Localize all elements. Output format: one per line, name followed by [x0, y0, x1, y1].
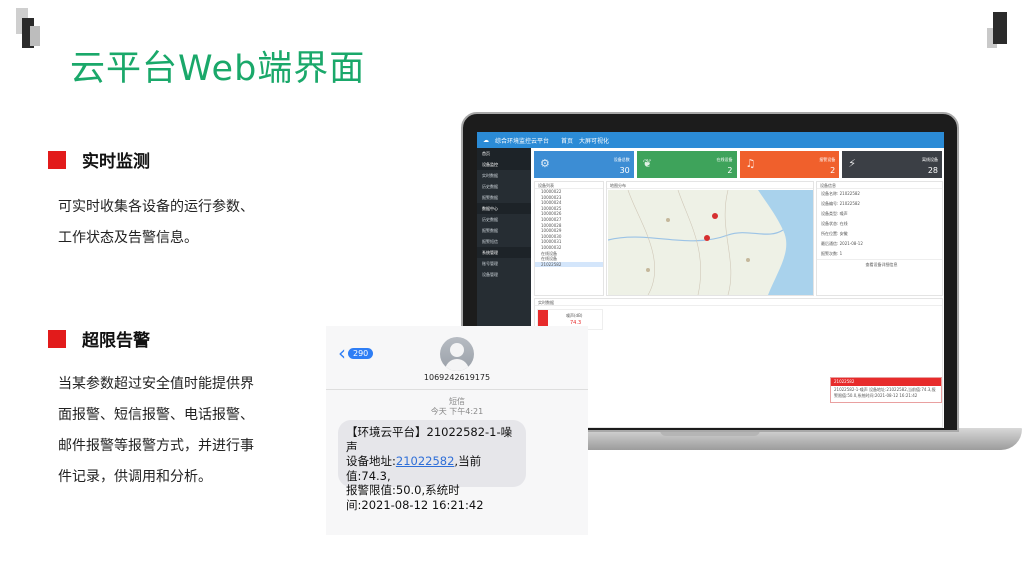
panel-title: 地图分布 [607, 182, 813, 189]
device-list-panel: 设备列表 10000022 10000023 10000024 10000025… [534, 181, 604, 296]
red-square-marker [48, 329, 66, 348]
noise-label: 噪声(dB) [566, 313, 583, 318]
plug-icon: ⚡ [848, 157, 856, 170]
sidebar-item[interactable]: 设备监控 [477, 159, 531, 170]
stat-value: 30 [619, 166, 630, 175]
gear-icon: ⚙ [540, 157, 550, 170]
map-panel: 地图分布 [606, 181, 814, 296]
stat-value: 2 [830, 166, 836, 175]
stat-card-offline[interactable]: ⚡ 离线设备 28 [842, 151, 942, 178]
paragraph-line: 邮件报警等报警方式，并进行事 [58, 438, 254, 454]
message-line: 间:2021-08-12 16:21:42 [346, 497, 484, 512]
stat-value: 28 [927, 166, 938, 175]
map-marker-icon[interactable] [712, 213, 718, 219]
stat-label: 在线设备 [716, 157, 733, 162]
unread-count-badge: 290 [348, 347, 374, 359]
map-marker-icon[interactable] [704, 235, 710, 241]
alert-title: 21022582 [831, 378, 941, 386]
stat-card-alarm[interactable]: ♫ 报警设备 2 [739, 151, 840, 178]
back-button[interactable]: ‹ 290 [338, 341, 374, 365]
stat-label: 离线设备 [922, 157, 938, 162]
info-row: 设备类型: 噪声 [821, 211, 848, 216]
section-heading-text: 超限告警 [82, 331, 150, 351]
message-time: 今天 下午4:21 [430, 407, 484, 416]
nav-home[interactable]: 首页 [561, 136, 573, 145]
sidebar-item[interactable]: 设备管理 [477, 269, 531, 280]
sidebar-item[interactable]: 报警数据 [477, 225, 531, 236]
paragraph-line: 工作状态及告警信息。 [58, 230, 198, 246]
sidebar-item[interactable]: 数据中心 [477, 203, 531, 214]
stat-card-online[interactable]: ❦ 在线设备 2 [636, 151, 737, 178]
stat-label: 设备总数 [613, 157, 630, 162]
contact-avatar[interactable] [440, 337, 474, 371]
section-heading-monitoring: 实时监测 [48, 147, 150, 172]
corner-decoration-left [12, 8, 44, 50]
sms-screenshot: ‹ 290 1069242619175 短信 今天 下午4:21 【环境云平台】… [326, 326, 588, 535]
realtime-panel: 实时数据 噪声(dB) 74.3 [534, 298, 943, 428]
dashboard-brand: 综合环境监控云平台 [495, 137, 550, 145]
divider [326, 389, 588, 390]
nav-big-screen[interactable]: 大屏可视化 [579, 136, 609, 145]
section-paragraph-alarm: 当某参数超过安全值时能提供界 面报警、短信报警、电话报警、 邮件报警等报警方式，… [58, 369, 254, 493]
stat-value: 2 [727, 166, 733, 175]
info-row: 设备编号: 21022582 [821, 201, 860, 206]
panel-title: 设备列表 [535, 182, 603, 189]
stat-card-total[interactable]: ⚙ 设备总数 30 [534, 151, 634, 178]
chevron-left-icon: ‹ [338, 341, 346, 365]
sidebar-item[interactable]: 报警数据 [477, 192, 531, 203]
sidebar-item[interactable]: 历史数据 [477, 214, 531, 225]
map-area[interactable] [608, 190, 813, 295]
panel-title: 设备信息 [817, 182, 942, 189]
info-row: 最后通信: 2021-08-12 [821, 241, 863, 246]
info-row: 设备状态: 在线 [821, 221, 848, 226]
stat-cards: ⚙ 设备总数 30 ❦ 在线设备 2 ♫ 报警设备 2 ⚡ 离线设备 28 [534, 151, 942, 178]
info-row: 所在位置: 安徽 [821, 231, 848, 236]
sender-number[interactable]: 1069242619175 [326, 373, 588, 382]
paragraph-line: 可实时收集各设备的运行参数、 [58, 199, 254, 215]
info-detail-button[interactable]: 查看设备详细信息 [817, 259, 942, 269]
leaf-icon: ❦ [642, 157, 652, 170]
message-line: 报警限值:50.0,系统时 [346, 483, 460, 497]
corner-decoration-right [983, 12, 1015, 54]
info-row: 报警次数: 1 [821, 251, 843, 256]
sidebar-item[interactable]: 账号管理 [477, 258, 531, 269]
dashboard-topbar: ☁ 综合环境监控云平台 首页 大屏可视化 [477, 132, 944, 148]
alert-text: 21022582-1-噪声 设备地址:21022582,当前值:74.3,报警限… [834, 387, 936, 398]
device-info-panel: 设备信息 设备名称: 21022582 设备编号: 21022582 设备类型:… [816, 181, 943, 296]
sidebar-item[interactable]: 报警短信 [477, 236, 531, 247]
page-title: 云平台Web端界面 [70, 49, 366, 89]
device-link[interactable]: 21022582 [396, 454, 455, 468]
device-item[interactable]: 21022582 [535, 261, 603, 268]
bell-icon: ♫ [745, 157, 756, 170]
stat-label: 报警设备 [819, 157, 836, 162]
sidebar-item[interactable]: 首页 [477, 148, 531, 159]
map-graphic [608, 190, 813, 295]
sidebar-item[interactable]: 系统管理 [477, 247, 531, 258]
info-row: 设备名称: 21022582 [821, 191, 860, 196]
paragraph-line: 面报警、短信报警、电话报警、 [58, 407, 254, 423]
message-line: 【环境云平台】21022582-1-噪声 [346, 425, 513, 454]
section-heading-alarm: 超限告警 [48, 326, 150, 351]
paragraph-line: 当某参数超过安全值时能提供界 [58, 376, 254, 392]
section-heading-text: 实时监测 [82, 152, 150, 172]
sidebar-item[interactable]: 历史数据 [477, 181, 531, 192]
cloud-icon: ☁ [483, 136, 489, 144]
sidebar-item[interactable]: 实时数据 [477, 170, 531, 181]
red-square-marker [48, 150, 66, 169]
section-paragraph-monitoring: 可实时收集各设备的运行参数、 工作状态及告警信息。 [58, 192, 254, 254]
person-icon [450, 343, 464, 357]
message-line: 设备地址:21022582,当前值:74.3, [346, 454, 482, 483]
alert-popup[interactable]: 21022582 21022582-1-噪声 设备地址:21022582,当前值… [830, 377, 942, 403]
message-bubble[interactable]: 【环境云平台】21022582-1-噪声 设备地址:21022582,当前值:7… [338, 420, 526, 512]
panel-title: 实时数据 [535, 299, 942, 306]
paragraph-line: 件记录，供调用和分析。 [58, 469, 212, 485]
